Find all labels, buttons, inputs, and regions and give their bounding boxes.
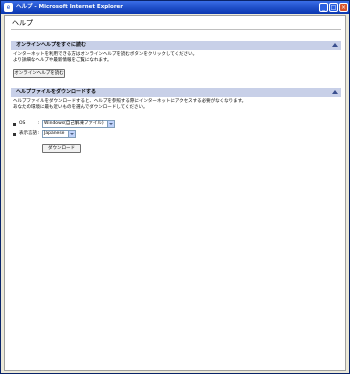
language-select-value: Japanese	[44, 131, 65, 136]
online-help-description-2: より詳細なヘルプや最新情報をご覧になれます。	[13, 58, 112, 63]
close-button[interactable]: ×	[339, 3, 348, 12]
window-title: ヘルプ - Microsoft Internet Explorer	[16, 4, 123, 10]
language-select[interactable]: Japanese	[42, 130, 76, 138]
maximize-button[interactable]: □	[329, 3, 338, 12]
chevron-down-icon[interactable]	[107, 121, 114, 127]
page-content: ヘルプ オンラインヘルプをすぐに読む インターネットを利用できる方はオンラインヘ…	[4, 15, 346, 371]
minimize-button[interactable]: _	[319, 3, 328, 12]
ie-icon: e	[4, 3, 13, 12]
os-select[interactable]: Windows(自己解凍ファイル)	[42, 120, 115, 128]
title-bar: e ヘルプ - Microsoft Internet Explorer _ □ …	[1, 1, 349, 14]
os-select-value: Windows(自己解凍ファイル)	[44, 121, 104, 126]
download-section-title: ヘルプファイルをダウンロードする	[16, 89, 97, 95]
chevron-down-icon[interactable]	[68, 131, 75, 137]
bullet-icon	[13, 133, 16, 136]
title-divider	[11, 29, 341, 30]
collapse-icon[interactable]	[332, 43, 338, 47]
colon-separator: :	[38, 131, 40, 136]
os-label: OS	[19, 121, 26, 126]
read-online-help-button[interactable]: オンラインヘルプを読む	[13, 69, 65, 78]
page-title: ヘルプ	[12, 19, 33, 27]
online-help-section-header[interactable]: オンラインヘルプをすぐに読む	[11, 41, 341, 50]
download-section-header[interactable]: ヘルプファイルをダウンロードする	[11, 88, 341, 97]
online-help-section-title: オンラインヘルプをすぐに読む	[16, 42, 87, 48]
browser-window: e ヘルプ - Microsoft Internet Explorer _ □ …	[0, 0, 350, 374]
bullet-icon	[13, 123, 16, 126]
colon-separator: :	[38, 121, 40, 126]
language-label: 表示言語	[19, 131, 37, 136]
download-button[interactable]: ダウンロード	[42, 144, 81, 153]
collapse-icon[interactable]	[332, 90, 338, 94]
download-description-2: あなたの環境に最も近いものを選んでダウンロードしてください。	[13, 105, 148, 110]
